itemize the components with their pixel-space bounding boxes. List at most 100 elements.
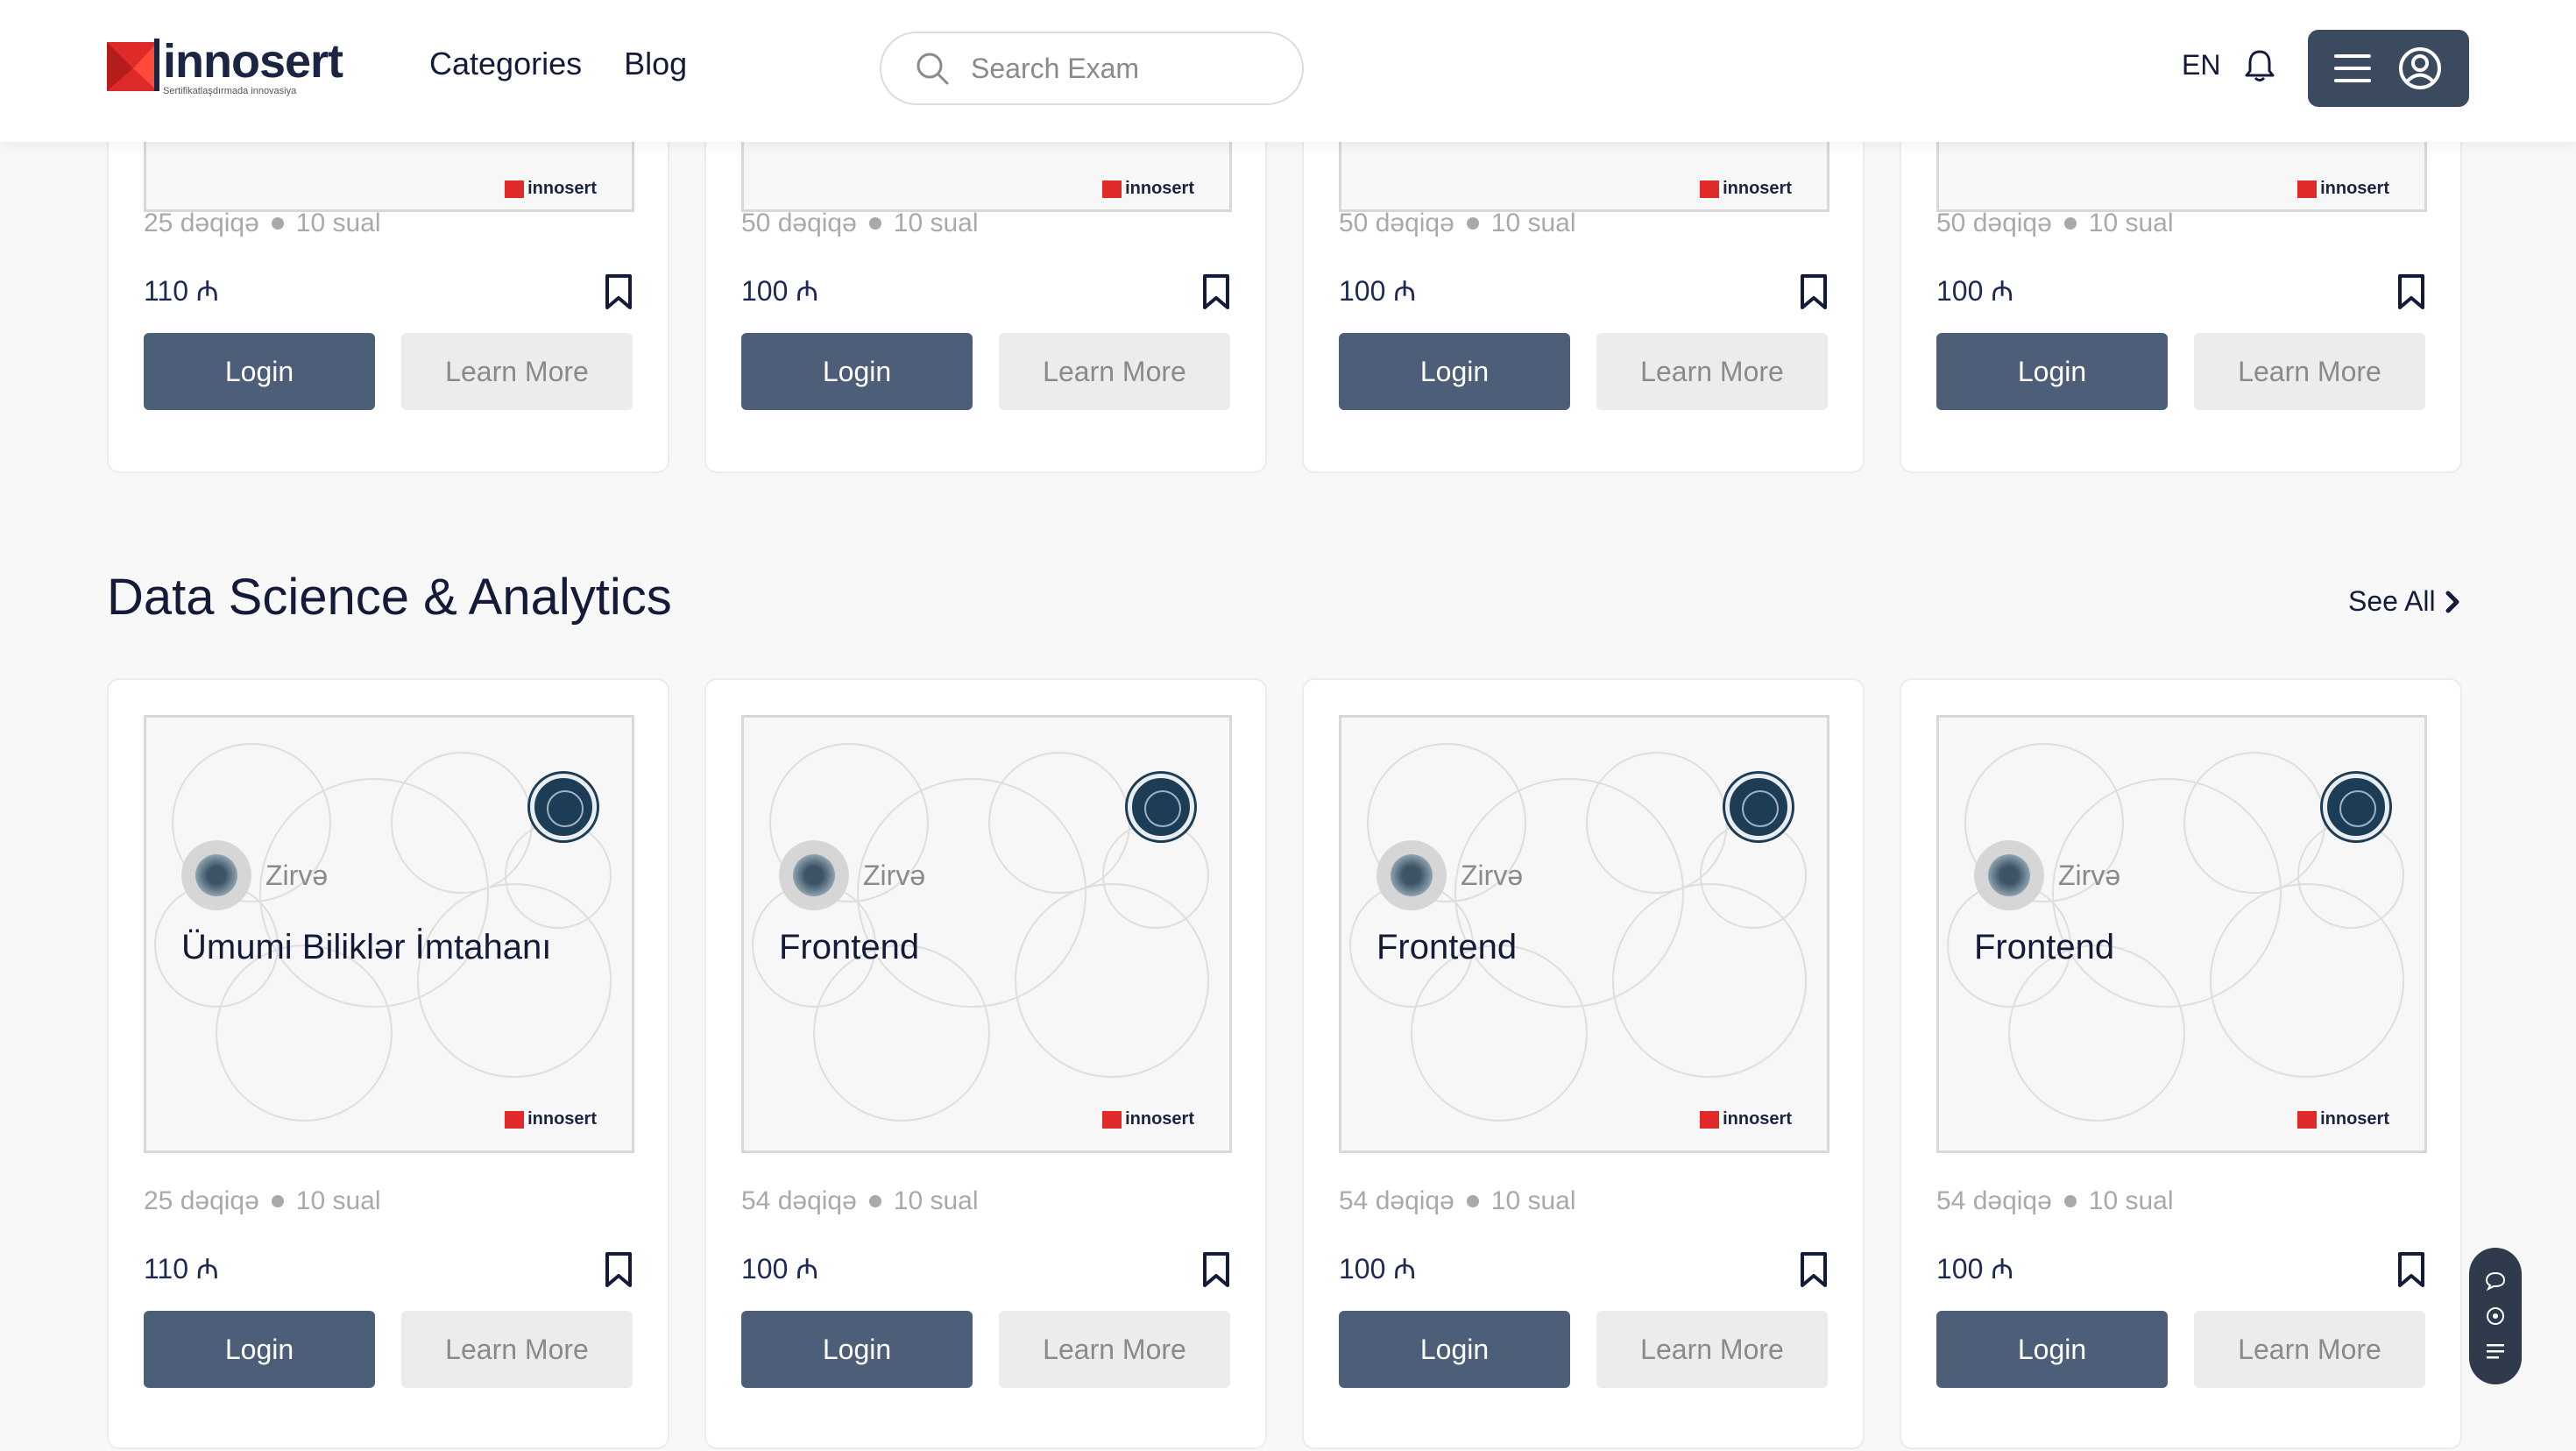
login-button[interactable]: Login [741,333,973,410]
exam-questions: 10 sual [893,1186,979,1215]
login-button[interactable]: Login [1339,333,1570,410]
issuer-avatar [779,840,849,910]
list-icon[interactable] [2484,1341,2507,1362]
exam-duration: 50 dəqiqə [741,209,857,237]
exam-duration: 54 dəqiqə [1936,1186,2052,1215]
exam-price: 110 ₼ [144,1253,219,1285]
bookmark-icon[interactable] [2397,1251,2425,1288]
section-title: Data Science & Analytics [107,569,672,626]
account-menu-button[interactable] [2308,30,2469,107]
exam-questions: 10 sual [2088,209,2174,237]
bell-icon[interactable] [2245,49,2275,87]
exam-meta: 54 dəqiqə 10 sual [741,1186,979,1216]
issuer-name: Zirvə [863,859,926,891]
certificate-badge-icon [530,774,597,840]
certificate-badge-icon [1725,774,1792,840]
exam-card: Zirvə Frontend innosert 54 dəqiqə 10 sual… [704,678,1267,1449]
search-input[interactable] [971,52,1269,85]
exam-card: Zirvə Frontend innosert 54 dəqiqə 10 sual… [1302,678,1865,1449]
exam-meta: 50 dəqiqə 10 sual [1339,209,1576,238]
exam-price: 100 ₼ [741,275,819,307]
thumb-logo: innosert [1700,179,1792,199]
chat-icon[interactable] [2484,1271,2507,1292]
login-button[interactable]: Login [144,1311,375,1388]
learn-more-button[interactable]: Learn More [1596,333,1828,410]
exam-thumbnail: Zirvə Frontend innosert [741,715,1232,1153]
exam-price: 100 ₼ [1339,1253,1417,1285]
exam-questions: 10 sual [1490,1186,1576,1215]
thumb-logo: innosert [2297,179,2389,199]
thumb-logo: innosert [1700,1109,1792,1129]
exam-meta: 25 dəqiqə 10 sual [144,1186,381,1216]
learn-more-button[interactable]: Learn More [999,1311,1230,1388]
exam-questions: 10 sual [295,209,381,237]
logo-name: innosert [163,35,343,88]
exam-card: Zirvə Frontend innosert 54 dəqiqə 10 sual… [1900,678,2462,1449]
bookmark-icon[interactable] [1800,273,1828,310]
issuer-name: Zirvə [2058,859,2121,891]
issuer-avatar [1974,840,2044,910]
thumb-logo: innosert [1102,1109,1194,1129]
nav-blog[interactable]: Blog [624,46,687,82]
exam-price: 100 ₼ [1936,1253,2014,1285]
issuer-name: Zirvə [265,859,329,891]
exam-thumbnail: Zirvə Frontend innosert [1936,715,2427,1153]
login-button[interactable]: Login [1339,1311,1570,1388]
exam-title: Ümumi Biliklər İmtahanı [181,928,552,966]
see-all-link[interactable]: See All [2348,585,2460,618]
bookmark-icon[interactable] [1800,1251,1828,1288]
issuer: Zirvə [1974,840,2120,910]
hamburger-icon [2334,54,2371,82]
bookmark-icon[interactable] [1202,1251,1230,1288]
issuer: Zirvə [1376,840,1523,910]
exam-title: Frontend [1376,928,1518,966]
language-switch[interactable]: EN [2182,49,2220,81]
thumb-logo: innosert [1102,179,1194,199]
exam-questions: 10 sual [893,209,979,237]
search-icon [916,53,949,85]
eye-icon[interactable] [2484,1306,2507,1327]
bookmark-icon[interactable] [2397,273,2425,310]
login-button[interactable]: Login [741,1311,973,1388]
exam-questions: 10 sual [1490,209,1576,237]
issuer-avatar [1376,840,1447,910]
search-box[interactable] [880,32,1304,105]
learn-more-button[interactable]: Learn More [2194,1311,2425,1388]
exam-thumbnail: Zirvə Ümumi Biliklər İmtahanı innosert [144,715,634,1153]
exam-duration: 50 dəqiqə [1339,209,1454,237]
certificate-badge-icon [2323,774,2389,840]
learn-more-button[interactable]: Learn More [2194,333,2425,410]
exam-meta: 54 dəqiqə 10 sual [1339,1186,1576,1216]
exam-duration: 50 dəqiqə [1936,209,2052,237]
login-button[interactable]: Login [1936,333,2168,410]
exam-title: Frontend [779,928,920,966]
nav-categories[interactable]: Categories [429,46,582,82]
login-button[interactable]: Login [144,333,375,410]
exam-price: 100 ₼ [741,1253,819,1285]
learn-more-button[interactable]: Learn More [401,333,633,410]
floating-widget [2469,1248,2522,1384]
login-button[interactable]: Login [1936,1311,2168,1388]
chevron-right-icon [2445,591,2459,612]
see-all-label: See All [2348,585,2436,617]
exam-card: Zirvə Ümumi Biliklər İmtahanı innosert 2… [107,678,669,1449]
exam-thumbnail: Zirvə Frontend innosert [1339,715,1829,1153]
top-header: innosert Sertifikatlaşdırmada innovasiya… [0,0,2576,142]
learn-more-button[interactable]: Learn More [999,333,1230,410]
exam-questions: 10 sual [295,1186,381,1215]
issuer-name: Zirvə [1461,859,1524,891]
learn-more-button[interactable]: Learn More [1596,1311,1828,1388]
certificate-badge-icon [1128,774,1194,840]
exam-meta: 54 dəqiqə 10 sual [1936,1186,2174,1216]
exam-price: 100 ₼ [1339,275,1417,307]
exam-meta: 50 dəqiqə 10 sual [1936,209,2174,238]
exam-meta: 50 dəqiqə 10 sual [741,209,979,238]
bookmark-icon[interactable] [605,1251,633,1288]
bookmark-icon[interactable] [1202,273,1230,310]
thumb-logo: innosert [505,1109,597,1129]
learn-more-button[interactable]: Learn More [401,1311,633,1388]
thumb-logo: innosert [2297,1109,2389,1129]
brand-logo[interactable]: innosert Sertifikatlaşdırmada innovasiya [107,35,343,96]
bookmark-icon[interactable] [605,273,633,310]
exam-duration: 54 dəqiqə [1339,1186,1454,1215]
